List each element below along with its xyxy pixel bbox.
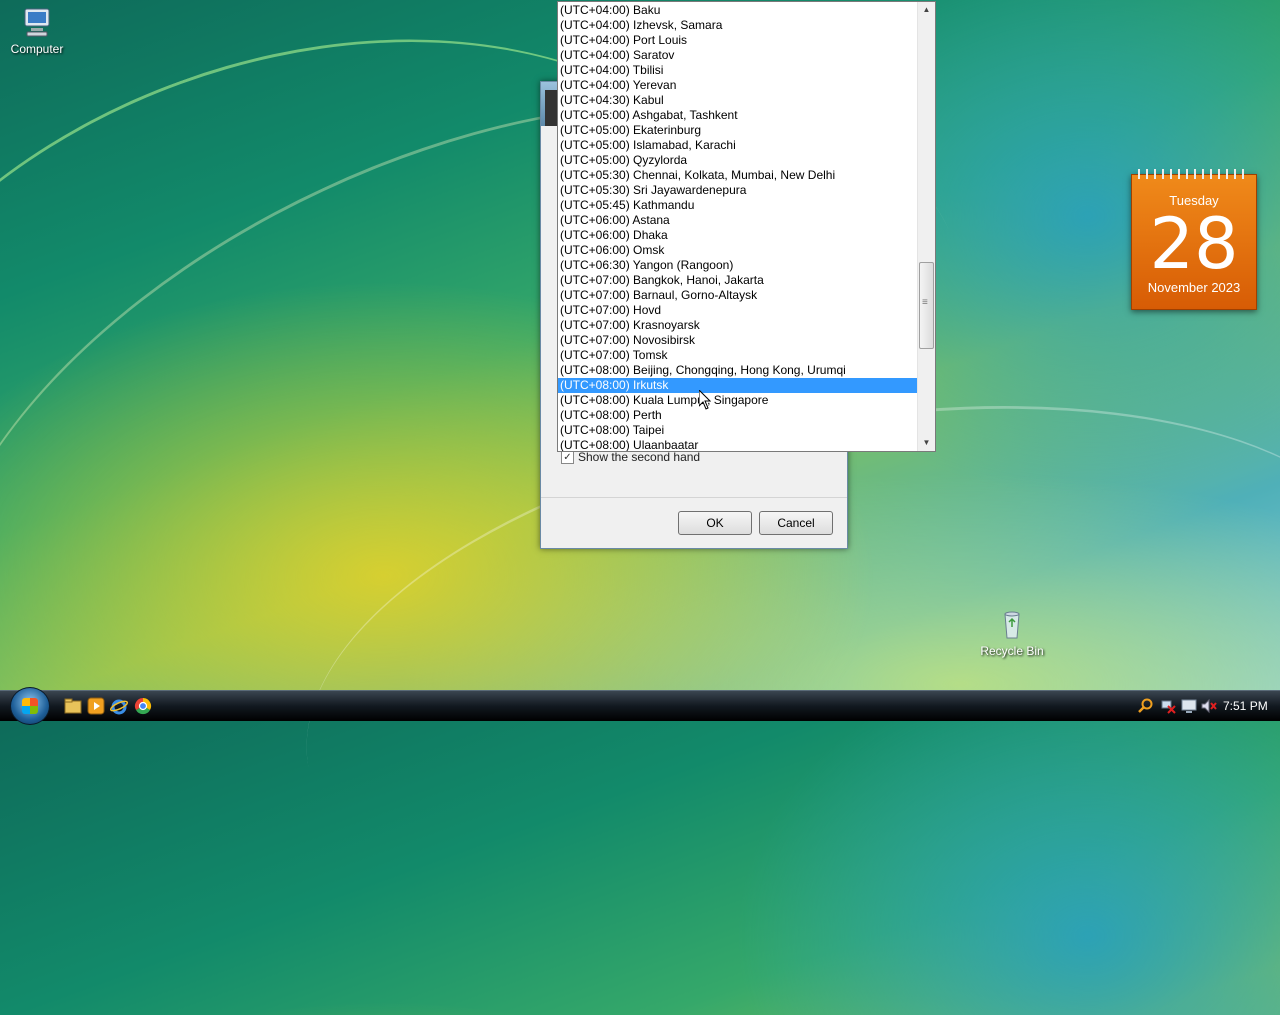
timezone-option[interactable]: (UTC+08:00) Beijing, Chongqing, Hong Kon… [558,363,918,378]
timezone-option[interactable]: (UTC+08:00) Kuala Lumpur, Singapore [558,393,918,408]
timezone-option[interactable]: (UTC+04:00) Izhevsk, Samara [558,18,918,33]
timezone-option[interactable]: (UTC+06:00) Dhaka [558,228,918,243]
recycle-bin-icon [996,608,1028,640]
second-hand-checkbox-row[interactable]: ✓ Show the second hand [561,450,700,464]
start-button[interactable] [10,687,50,725]
internet-explorer-icon[interactable] [109,697,129,715]
timezone-option[interactable]: (UTC+05:00) Islamabad, Karachi [558,138,918,153]
timezone-option[interactable]: (UTC+06:00) Omsk [558,243,918,258]
timezone-option[interactable]: (UTC+07:00) Bangkok, Hanoi, Jakarta [558,273,918,288]
ok-button[interactable]: OK [678,511,752,535]
calendar-rings [1138,169,1250,179]
computer-icon [21,6,53,38]
timezone-option[interactable]: (UTC+04:30) Kabul [558,93,918,108]
timezone-dropdown-list[interactable]: (UTC+04:00) Baku (UTC+04:00) Izhevsk, Sam… [557,1,936,452]
timezone-option[interactable]: (UTC+07:00) Tomsk [558,348,918,363]
timezone-option[interactable]: (UTC+08:00) Perth [558,408,918,423]
timezone-option[interactable]: (UTC+05:45) Kathmandu [558,198,918,213]
desktop-icon-recycle-bin[interactable]: Recycle Bin [972,608,1052,658]
taskbar-clock[interactable]: 7:51 PM [1223,699,1268,713]
desktop-icon-label: Computer [10,42,64,56]
timezone-option[interactable]: (UTC+06:30) Yangon (Rangoon) [558,258,918,273]
second-hand-label: Show the second hand [578,450,701,464]
timezone-option[interactable]: (UTC+05:30) Sri Jayawardenepura [558,183,918,198]
timezone-option[interactable]: (UTC+07:00) Novosibirsk [558,333,918,348]
explorer-icon[interactable] [64,697,82,715]
timezone-option[interactable]: (UTC+05:30) Chennai, Kolkata, Mumbai, Ne… [558,168,918,183]
display-icon[interactable] [1181,698,1197,714]
taskbar: 7:51 PM [0,687,1280,725]
second-hand-checkbox[interactable]: ✓ [561,450,574,464]
timezone-option[interactable]: (UTC+04:00) Saratov [558,48,918,63]
timezone-option[interactable]: (UTC+04:00) Baku [558,3,918,18]
media-player-icon[interactable] [87,697,105,715]
calendar-gadget[interactable]: Tuesday 28 November 2023 [1131,169,1257,310]
timezone-option[interactable]: (UTC+07:00) Krasnoyarsk [558,318,918,333]
volume-muted-icon[interactable] [1201,698,1217,714]
timezone-option[interactable]: (UTC+06:00) Astana [558,213,918,228]
scroll-up-arrow-icon[interactable]: ▲ [918,2,935,18]
calendar-day-number: 28 [1149,203,1239,285]
timezone-option[interactable]: (UTC+05:00) Qyzylorda [558,153,918,168]
timezone-option[interactable]: (UTC+04:00) Yerevan [558,78,918,93]
mouse-cursor-icon [698,388,712,410]
windows-logo-icon [22,698,38,714]
cancel-button[interactable]: Cancel [759,511,833,535]
timezone-option[interactable]: (UTC+05:00) Ekaterinburg [558,123,918,138]
network-error-icon[interactable] [1160,698,1176,714]
timezone-option[interactable]: (UTC+05:00) Ashgabat, Tashkent [558,108,918,123]
scroll-down-arrow-icon[interactable]: ▼ [918,435,935,451]
desktop-icon-computer[interactable]: Computer [0,6,77,56]
timezone-option-selected[interactable]: (UTC+08:00) Irkutsk [558,378,918,393]
scrollbar[interactable]: ▲ ▼ [917,2,935,451]
timezone-option[interactable]: (UTC+04:00) Tbilisi [558,63,918,78]
timezone-option[interactable]: (UTC+04:00) Port Louis [558,33,918,48]
search-icon[interactable] [1138,698,1154,714]
chrome-icon[interactable] [134,697,152,715]
timezone-option[interactable]: (UTC+07:00) Barnaul, Gorno-Altaysk [558,288,918,303]
scrollbar-thumb[interactable] [919,262,934,349]
timezone-option[interactable]: (UTC+08:00) Ulaanbaatar [558,438,918,451]
timezone-option[interactable]: (UTC+07:00) Hovd [558,303,918,318]
calendar-month-year: November 2023 [1147,280,1241,295]
timezone-option[interactable]: (UTC+08:00) Taipei [558,423,918,438]
timezone-list: (UTC+04:00) Baku (UTC+04:00) Izhevsk, Sam… [558,3,918,451]
desktop-icon-label: Recycle Bin [980,644,1044,658]
